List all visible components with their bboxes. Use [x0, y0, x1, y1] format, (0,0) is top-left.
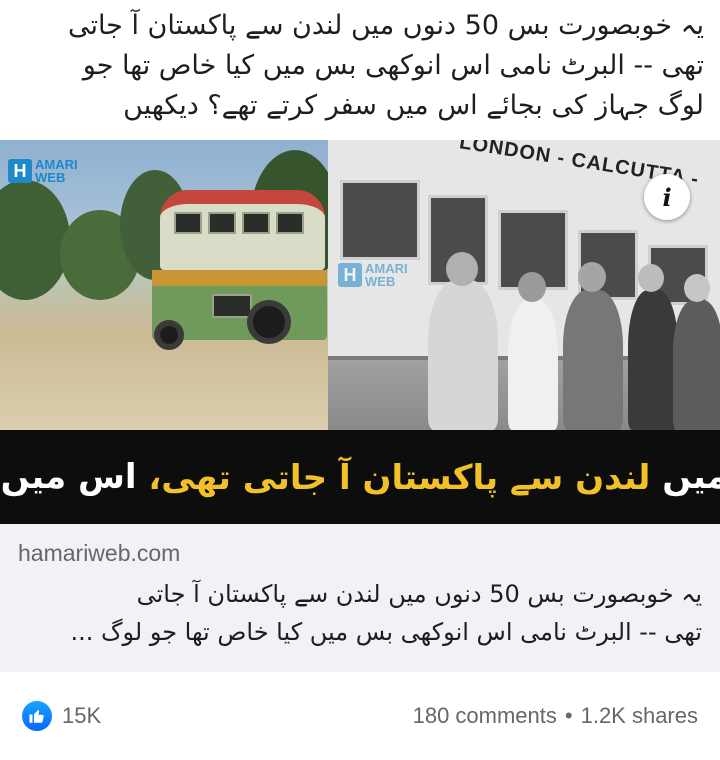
- vintage-bus-color-photo: H AMARI WEB: [0, 140, 328, 430]
- separator-dot: •: [564, 703, 573, 728]
- headline-yellow: لندن سے پاکستان آ جاتی تھی،: [148, 457, 651, 498]
- headline-white-end: اس میں کیا خاص تھا؟: [0, 457, 137, 497]
- link-preview-card[interactable]: H AMARI WEB LONDON - CALCUTTA - H AMARI …: [0, 140, 720, 672]
- thumbs-up-icon: [22, 701, 52, 731]
- link-domain: hamariweb.com: [18, 540, 181, 566]
- post-text-line: لوگ جہاز کی بجائے اس میں سفر کرتے تھے؟ د…: [123, 90, 704, 121]
- shares-count[interactable]: 1.2K shares: [581, 703, 698, 729]
- link-title-line: تھی -- البرٹ نامی اس انوکھی بس میں کیا خ…: [70, 618, 702, 646]
- engagement-bar: 15K 180 comments • 1.2K shares: [0, 672, 720, 760]
- image-headline-banner: بس 50 دنوں میں لندن سے پاکستان آ جاتی تھ…: [0, 430, 720, 524]
- hamariweb-watermark: H AMARI WEB: [8, 158, 78, 184]
- link-preview-image[interactable]: H AMARI WEB LONDON - CALCUTTA - H AMARI …: [0, 140, 720, 524]
- comments-count[interactable]: 180 comments: [413, 703, 557, 729]
- post-text-line: تھی -- البرٹ نامی اس انوکھی بس میں کیا خ…: [82, 50, 704, 81]
- post-text: یہ خوبصورت بس 50 دنوں میں لندن سے پاکستا…: [0, 0, 720, 140]
- double-decker-bus: [152, 190, 327, 365]
- reaction-summary[interactable]: 15K: [22, 701, 101, 731]
- link-card-meta[interactable]: hamariweb.com یہ خوبصورت بس 50 دنوں میں …: [0, 524, 720, 672]
- post-text-line: یہ خوبصورت بس 50 دنوں میں لندن سے پاکستا…: [67, 10, 704, 41]
- link-title-line: یہ خوبصورت بس 50 دنوں میں لندن سے پاکستا…: [136, 580, 702, 608]
- info-icon[interactable]: i: [644, 174, 690, 220]
- headline-white-start: بس 50 دنوں میں: [662, 457, 720, 497]
- link-title: یہ خوبصورت بس 50 دنوں میں لندن سے پاکستا…: [18, 575, 702, 651]
- like-count: 15K: [62, 703, 102, 728]
- hamariweb-watermark: H AMARI WEB: [338, 262, 408, 288]
